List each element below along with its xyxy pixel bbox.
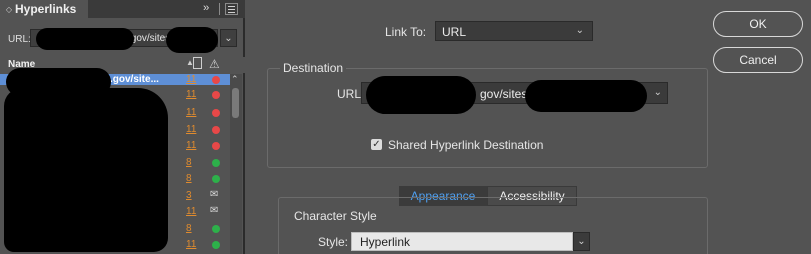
link-name: .gov/site... bbox=[110, 74, 159, 85]
style-select[interactable]: Hyperlink bbox=[351, 232, 573, 251]
page-link[interactable]: 8 bbox=[186, 173, 192, 184]
mail-icon: ✉ bbox=[210, 205, 219, 216]
status-ok-icon bbox=[212, 241, 220, 249]
link-to-label: Link To: bbox=[385, 25, 427, 39]
page-link[interactable]: 11 bbox=[186, 107, 196, 118]
page-link[interactable]: 11 bbox=[186, 74, 196, 85]
hyperlinks-panel: ◇ Hyperlinks ›› URL: .gov/sites ⌄ Name ▲… bbox=[0, 0, 245, 254]
chevron-down-icon: ⌄ bbox=[653, 87, 662, 98]
chevron-down-icon: ⌄ bbox=[224, 32, 233, 44]
url-input-value: .gov/sites bbox=[128, 33, 171, 44]
style-label: Style: bbox=[318, 235, 349, 249]
redaction-mark bbox=[36, 28, 134, 50]
status-error-icon bbox=[212, 142, 220, 150]
destination-url-value: gov/sites bbox=[480, 87, 528, 101]
collapse-panels-icon[interactable]: ›› bbox=[203, 2, 209, 14]
redaction-mark bbox=[166, 27, 218, 53]
mail-icon: ✉ bbox=[210, 188, 219, 200]
page-link[interactable]: 11 bbox=[186, 239, 196, 250]
chevron-down-icon: ⌄ bbox=[575, 25, 584, 36]
status-ok-icon bbox=[212, 158, 220, 167]
url-label: URL: bbox=[8, 34, 31, 45]
style-dropdown-button[interactable]: ⌄ bbox=[573, 232, 590, 251]
cancel-button[interactable]: Cancel bbox=[713, 47, 803, 73]
status-error-icon bbox=[212, 90, 220, 99]
status-error-icon bbox=[212, 125, 220, 134]
link-to-value: URL bbox=[442, 25, 467, 39]
character-style-title: Character Style bbox=[291, 209, 380, 223]
ok-button-label: OK bbox=[749, 17, 767, 31]
panel-menu-icon[interactable] bbox=[225, 3, 238, 15]
panel-title: Hyperlinks bbox=[15, 2, 77, 16]
status-ok-icon bbox=[212, 175, 220, 183]
redaction-mark bbox=[525, 80, 647, 112]
page-link[interactable]: 11 bbox=[186, 89, 196, 100]
ok-button[interactable]: OK bbox=[713, 11, 803, 37]
page-link[interactable]: 11 bbox=[186, 124, 196, 135]
shared-destination-label: Shared Hyperlink Destination bbox=[388, 138, 544, 152]
page-link[interactable]: 8 bbox=[186, 223, 192, 234]
scroll-up-icon[interactable]: ⌃ bbox=[231, 74, 239, 85]
shared-destination-checkbox[interactable]: ✓ bbox=[371, 139, 382, 150]
status-ok-icon bbox=[212, 224, 220, 233]
collapse-dot-icon: ◇ bbox=[5, 4, 13, 14]
page-link[interactable]: 11 bbox=[186, 140, 196, 151]
status-error-icon bbox=[212, 109, 220, 117]
chevron-down-icon: ⌄ bbox=[577, 236, 586, 247]
scrollbar-thumb[interactable] bbox=[232, 88, 239, 118]
page-link[interactable]: 8 bbox=[186, 157, 192, 168]
panel-tab-bar: ◇ Hyperlinks ›› bbox=[0, 0, 245, 18]
divider bbox=[219, 3, 220, 15]
redaction-mark bbox=[366, 76, 476, 114]
link-to-select[interactable]: URL ⌄ bbox=[435, 21, 593, 41]
cancel-button-label: Cancel bbox=[739, 53, 777, 67]
destination-title: Destination bbox=[280, 61, 347, 75]
url-dropdown-button[interactable]: ⌄ bbox=[220, 29, 237, 47]
warning-column-icon[interactable]: ⚠ bbox=[209, 57, 220, 71]
page-link[interactable]: 3 bbox=[186, 190, 192, 201]
page-column-icon[interactable] bbox=[193, 57, 202, 69]
panel-tab-hyperlinks[interactable]: ◇ Hyperlinks bbox=[0, 0, 88, 18]
status-error-icon bbox=[212, 76, 220, 84]
redaction-mark bbox=[4, 88, 168, 252]
style-value: Hyperlink bbox=[360, 235, 411, 249]
page-link[interactable]: 11 bbox=[186, 206, 196, 217]
